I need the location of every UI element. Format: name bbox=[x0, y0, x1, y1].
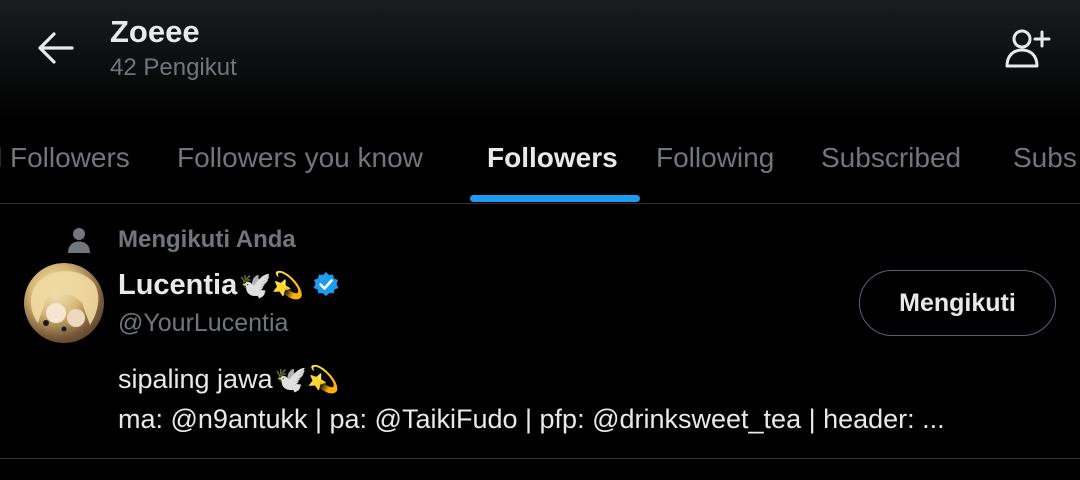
following-button[interactable]: Mengikuti bbox=[859, 270, 1056, 336]
tab-followers-you-know[interactable]: Followers you know bbox=[177, 120, 423, 203]
user-list-item[interactable]: Mengikuti Anda Lucentia 🕊️💫 @YourLucenti… bbox=[0, 205, 1080, 459]
bio-line-2: ma: @n9antukk | pa: @TaikiFudo | pfp: @d… bbox=[118, 404, 945, 434]
person-icon bbox=[62, 223, 96, 257]
title-block: Zoeee 42 Pengikut bbox=[110, 14, 237, 84]
display-name[interactable]: Lucentia bbox=[118, 269, 237, 302]
followers-screen: Zoeee 42 Pengikut l Followers Followers … bbox=[0, 0, 1080, 480]
back-button[interactable] bbox=[30, 26, 82, 70]
follows-you-text: Mengikuti Anda bbox=[118, 226, 296, 253]
active-tab-indicator bbox=[470, 195, 640, 202]
arrow-left-icon bbox=[38, 32, 74, 64]
display-name-line: Lucentia 🕊️💫 bbox=[118, 265, 340, 305]
top-app-bar: Zoeee 42 Pengikut bbox=[0, 0, 1080, 120]
avatar[interactable] bbox=[24, 263, 104, 343]
tab-following[interactable]: Following bbox=[656, 120, 774, 203]
tab-verified-followers[interactable]: l Followers bbox=[0, 120, 130, 203]
tab-subscriptions[interactable]: Subs bbox=[1013, 120, 1077, 203]
bio-line-1: sipaling jawa 🕊️💫 bbox=[118, 361, 339, 397]
verified-badge-icon bbox=[313, 272, 339, 296]
person-plus-icon bbox=[1005, 29, 1051, 68]
tab-subscribed[interactable]: Subscribed bbox=[821, 120, 961, 203]
follows-you-label: Mengikuti Anda bbox=[62, 223, 296, 257]
user-handle: @YourLucentia bbox=[118, 309, 289, 337]
page-title: Zoeee bbox=[110, 14, 200, 49]
tab-followers[interactable]: Followers bbox=[487, 120, 618, 203]
add-user-button[interactable] bbox=[1002, 24, 1054, 72]
follower-count: 42 Pengikut bbox=[110, 54, 237, 81]
bio-text: sipaling jawa bbox=[118, 363, 273, 394]
name-emojis: 🕊️💫 bbox=[239, 270, 304, 300]
tab-bar: l Followers Followers you know Followers… bbox=[0, 120, 1080, 204]
bio-emojis: 🕊️💫 bbox=[274, 364, 340, 394]
